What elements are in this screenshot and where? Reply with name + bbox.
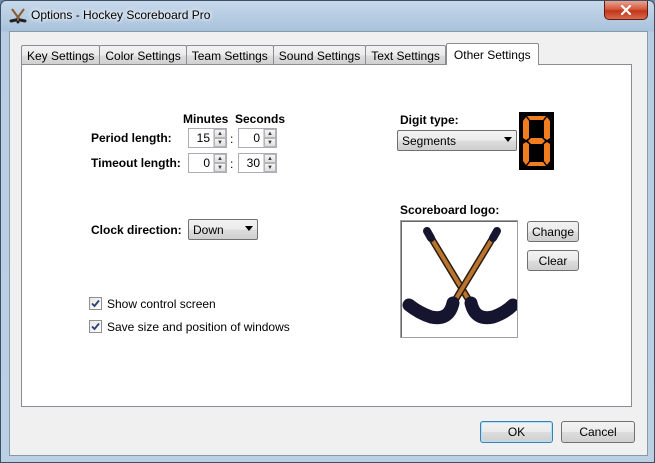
clear-logo-button[interactable]: Clear bbox=[527, 250, 579, 271]
segment-f bbox=[523, 117, 529, 140]
tab-label: Sound Settings bbox=[278, 48, 361, 63]
timeout-minutes-value: 0 bbox=[203, 156, 210, 170]
segment-a bbox=[527, 116, 546, 120]
hockey-sticks-logo-icon bbox=[402, 227, 520, 325]
digit-type-label: Digit type: bbox=[400, 113, 459, 127]
segment-c bbox=[544, 142, 550, 165]
stepper-arrows: ▲ ▼ bbox=[213, 129, 226, 147]
spin-down-icon[interactable]: ▼ bbox=[214, 163, 226, 172]
spin-up-icon[interactable]: ▲ bbox=[214, 154, 226, 163]
hockey-sticks-app-icon bbox=[9, 8, 27, 24]
period-seconds-stepper[interactable]: 0 ▲ ▼ bbox=[238, 128, 277, 148]
spin-down-icon[interactable]: ▼ bbox=[264, 138, 276, 147]
timeout-length-label: Timeout length: bbox=[91, 156, 181, 170]
change-logo-button[interactable]: Change bbox=[527, 221, 579, 242]
tab-label: Color Settings bbox=[105, 48, 181, 63]
show-control-screen-checkbox[interactable] bbox=[89, 297, 102, 310]
cancel-button[interactable]: Cancel bbox=[561, 421, 635, 443]
tab-color-settings[interactable]: Color Settings bbox=[99, 45, 187, 65]
time-separator: : bbox=[230, 157, 234, 171]
chevron-down-icon bbox=[245, 226, 253, 231]
tab-label: Key Settings bbox=[27, 48, 95, 63]
save-size-position-label[interactable]: Save size and position of windows bbox=[107, 320, 290, 334]
tab-text-settings[interactable]: Text Settings bbox=[365, 45, 446, 65]
tab-other-settings[interactable]: Other Settings bbox=[445, 43, 539, 65]
dialog-client-area: Key Settings Color Settings Team Setting… bbox=[9, 31, 648, 456]
segment-e bbox=[523, 142, 529, 165]
seven-segment-digit-icon bbox=[523, 116, 550, 166]
timeout-seconds-value: 30 bbox=[246, 156, 260, 170]
clock-direction-select[interactable]: Down bbox=[188, 219, 258, 240]
period-minutes-value: 15 bbox=[196, 131, 210, 145]
digit-type-value: Segments bbox=[402, 133, 457, 148]
tab-key-settings[interactable]: Key Settings bbox=[21, 45, 101, 65]
spin-up-icon[interactable]: ▲ bbox=[214, 129, 226, 138]
stepper-arrows: ▲ ▼ bbox=[263, 154, 276, 172]
digit-preview bbox=[519, 112, 554, 170]
tab-team-settings[interactable]: Team Settings bbox=[185, 45, 274, 65]
window-title: Options - Hockey Scoreboard Pro bbox=[31, 8, 211, 22]
segment-b bbox=[544, 117, 550, 140]
close-icon bbox=[620, 5, 632, 15]
cancel-label: Cancel bbox=[579, 425, 617, 439]
segment-d bbox=[527, 162, 546, 166]
change-logo-label: Change bbox=[531, 224, 575, 239]
timeout-minutes-stepper[interactable]: 0 ▲ ▼ bbox=[188, 153, 227, 173]
time-separator: : bbox=[230, 132, 234, 146]
stepper-arrows: ▲ ▼ bbox=[213, 154, 226, 172]
show-control-screen-label[interactable]: Show control screen bbox=[107, 297, 216, 311]
checkmark-icon bbox=[91, 299, 100, 308]
tab-label: Team Settings bbox=[191, 48, 268, 63]
other-settings-panel: Minutes Seconds Period length: 15 ▲ ▼ : … bbox=[21, 64, 632, 407]
tab-strip: Key Settings Color Settings Team Setting… bbox=[21, 43, 539, 65]
ok-button[interactable]: OK bbox=[480, 421, 553, 443]
period-minutes-stepper[interactable]: 15 ▲ ▼ bbox=[188, 128, 227, 148]
clock-direction-label: Clock direction: bbox=[91, 223, 182, 237]
close-button[interactable] bbox=[604, 1, 648, 20]
seconds-header: Seconds bbox=[235, 112, 286, 126]
spin-up-icon[interactable]: ▲ bbox=[264, 129, 276, 138]
save-size-position-checkbox[interactable] bbox=[89, 320, 102, 333]
checkmark-icon bbox=[91, 322, 100, 331]
scoreboard-logo-image bbox=[400, 220, 520, 338]
ok-label: OK bbox=[507, 425, 526, 439]
timeout-seconds-stepper[interactable]: 30 ▲ ▼ bbox=[238, 153, 277, 173]
spin-up-icon[interactable]: ▲ bbox=[264, 154, 276, 163]
digit-type-select[interactable]: Segments bbox=[397, 130, 517, 151]
minutes-header: Minutes bbox=[183, 112, 229, 126]
options-window: Options - Hockey Scoreboard Pro Key Sett… bbox=[0, 0, 655, 463]
period-seconds-value: 0 bbox=[253, 131, 260, 145]
segment-g bbox=[528, 138, 545, 144]
spin-down-icon[interactable]: ▼ bbox=[264, 163, 276, 172]
clock-direction-value: Down bbox=[193, 222, 224, 237]
tab-label: Other Settings bbox=[453, 47, 531, 62]
tab-label: Text Settings bbox=[371, 48, 440, 63]
spin-down-icon[interactable]: ▼ bbox=[214, 138, 226, 147]
stepper-arrows: ▲ ▼ bbox=[263, 129, 276, 147]
period-length-label: Period length: bbox=[91, 131, 172, 145]
clear-logo-label: Clear bbox=[538, 253, 568, 268]
scoreboard-logo-label: Scoreboard logo: bbox=[400, 203, 500, 217]
chevron-down-icon bbox=[504, 137, 512, 142]
title-bar[interactable]: Options - Hockey Scoreboard Pro bbox=[1, 1, 654, 31]
tab-sound-settings[interactable]: Sound Settings bbox=[272, 45, 367, 65]
